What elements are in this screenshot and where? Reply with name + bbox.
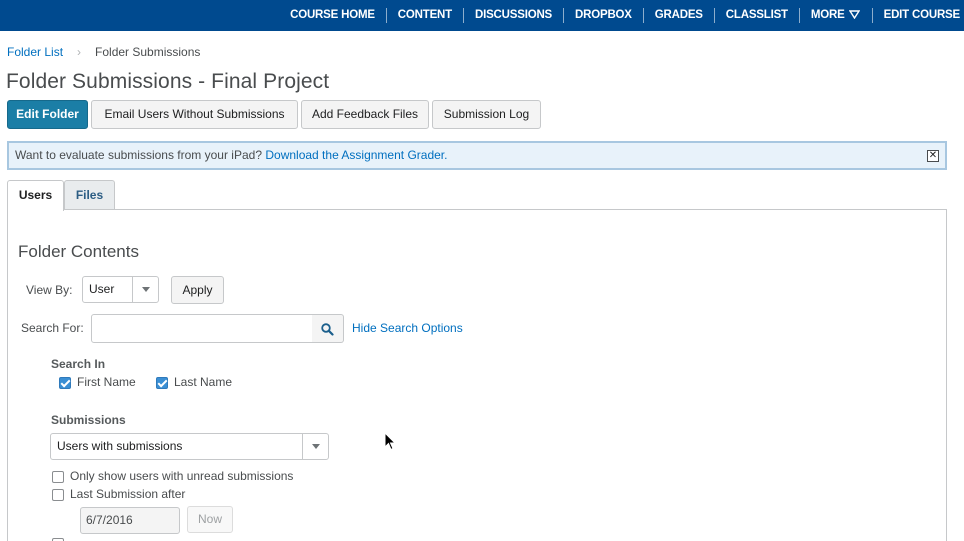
first-name-checkbox[interactable] xyxy=(59,377,71,389)
nav-discussions[interactable]: DISCUSSIONS xyxy=(462,8,563,23)
last-name-label: Last Name xyxy=(174,375,233,389)
nav-menu: COURSE HOME CONTENT DISCUSSIONS DROPBOX … xyxy=(279,0,960,31)
close-icon[interactable]: ✕ xyxy=(927,150,939,162)
top-navbar: COURSE HOME CONTENT DISCUSSIONS DROPBOX … xyxy=(0,0,964,31)
view-by-label: View By: xyxy=(26,283,73,297)
chevron-right-icon: › xyxy=(77,45,82,59)
download-grader-link[interactable]: Download the Assignment Grader. xyxy=(265,148,447,162)
search-in-heading: Search In xyxy=(51,357,106,371)
breadcrumb-current: Folder Submissions xyxy=(95,45,201,59)
submissions-select[interactable]: Users with submissions xyxy=(50,433,329,460)
nav-grades[interactable]: GRADES xyxy=(642,8,714,23)
last-name-checkbox[interactable] xyxy=(156,377,168,389)
nav-course-home[interactable]: COURSE HOME xyxy=(279,8,386,23)
hide-search-options-link[interactable]: Hide Search Options xyxy=(352,321,463,335)
search-for-label: Search For: xyxy=(21,321,84,335)
alert-text: Want to evaluate submissions from your i… xyxy=(15,148,263,162)
view-by-select[interactable]: User xyxy=(82,276,159,303)
mouse-cursor-icon xyxy=(384,432,396,451)
submission-log-button[interactable]: Submission Log xyxy=(432,100,541,129)
breadcrumb: Folder List › Folder Submissions xyxy=(7,45,200,59)
add-feedback-files-button[interactable]: Add Feedback Files xyxy=(301,100,429,129)
nav-more[interactable]: MORE xyxy=(798,8,871,23)
chevron-down-icon xyxy=(132,277,158,302)
email-users-button[interactable]: Email Users Without Submissions xyxy=(91,100,298,129)
unread-only-checkbox[interactable] xyxy=(52,471,64,483)
last-submission-after-label: Last Submission after xyxy=(70,487,186,501)
nav-classlist[interactable]: CLASSLIST xyxy=(713,8,799,23)
nav-content[interactable]: CONTENT xyxy=(385,8,463,23)
last-submission-after-checkbox[interactable] xyxy=(52,489,64,501)
nav-dropbox[interactable]: DROPBOX xyxy=(563,8,643,23)
edit-folder-button[interactable]: Edit Folder xyxy=(7,100,88,129)
tab-files[interactable]: Files xyxy=(64,180,115,210)
now-button[interactable]: Now xyxy=(187,506,233,533)
search-input[interactable] xyxy=(91,314,313,343)
unread-only-label: Only show users with unread submissions xyxy=(70,469,294,483)
ipad-alert: Want to evaluate submissions from your i… xyxy=(7,141,947,170)
view-by-value: User xyxy=(89,282,115,296)
first-name-label: First Name xyxy=(77,375,136,389)
nav-edit-course[interactable]: EDIT COURSE xyxy=(871,8,960,23)
date-field[interactable]: 6/7/2016 xyxy=(80,507,180,534)
folder-contents-heading: Folder Contents xyxy=(18,242,139,261)
page-title: Folder Submissions - Final Project xyxy=(6,70,330,93)
nav-more-label: MORE xyxy=(810,9,845,21)
submissions-heading: Submissions xyxy=(51,413,126,427)
breadcrumb-folder-list[interactable]: Folder List xyxy=(7,45,63,59)
tab-users[interactable]: Users xyxy=(7,180,64,211)
search-button[interactable] xyxy=(312,314,344,343)
submissions-select-value: Users with submissions xyxy=(57,439,183,453)
chevron-down-icon xyxy=(302,434,328,459)
triangle-down-icon xyxy=(848,10,860,20)
apply-button[interactable]: Apply xyxy=(171,276,224,304)
search-icon xyxy=(321,323,334,336)
